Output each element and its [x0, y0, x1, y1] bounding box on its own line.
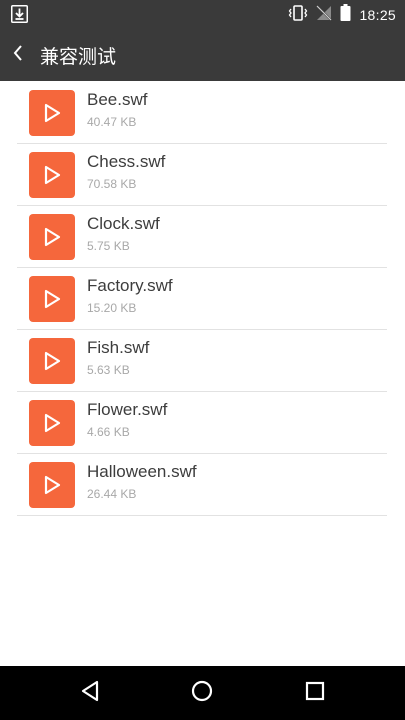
- play-icon: [29, 214, 75, 260]
- toolbar: 兼容测试: [0, 29, 405, 81]
- play-icon: [29, 276, 75, 322]
- back-triangle-icon: [80, 680, 100, 706]
- file-name: Factory.swf: [87, 276, 173, 295]
- no-signal-icon: [316, 5, 333, 25]
- file-name: Clock.swf: [87, 214, 160, 233]
- status-bar: 18:25: [0, 0, 405, 29]
- file-list: Bee.swf 40.47 KB Chess.swf 70.58 KB Cloc…: [0, 82, 405, 516]
- play-icon: [29, 338, 75, 384]
- nav-home-button[interactable]: [172, 666, 232, 720]
- screen: 18:25 兼容测试 Bee.swf 40.47 KB Chess.swf 70…: [0, 0, 405, 720]
- file-size: 15.20 KB: [87, 301, 137, 315]
- file-name: Bee.swf: [87, 90, 148, 109]
- status-icons: 18:25: [288, 0, 396, 29]
- play-icon: [29, 462, 75, 508]
- file-size: 40.47 KB: [87, 115, 137, 129]
- file-name: Fish.swf: [87, 338, 150, 357]
- nav-recents-button[interactable]: [285, 666, 345, 720]
- list-item[interactable]: Fish.swf 5.63 KB: [17, 330, 387, 392]
- chevron-left-icon: [13, 44, 23, 66]
- back-button[interactable]: [0, 29, 36, 81]
- recents-square-icon: [305, 681, 325, 705]
- download-icon: [11, 5, 28, 23]
- page-title: 兼容测试: [40, 45, 117, 68]
- battery-icon: [340, 4, 351, 25]
- home-circle-icon: [191, 680, 213, 706]
- file-size: 26.44 KB: [87, 487, 137, 501]
- nav-back-button[interactable]: [60, 666, 120, 720]
- status-time: 18:25: [359, 6, 396, 23]
- play-icon: [29, 400, 75, 446]
- file-size: 5.75 KB: [87, 239, 130, 253]
- list-item[interactable]: Clock.swf 5.75 KB: [17, 206, 387, 268]
- play-icon: [29, 152, 75, 198]
- file-name: Chess.swf: [87, 152, 166, 171]
- list-item[interactable]: Bee.swf 40.47 KB: [17, 82, 387, 144]
- list-item[interactable]: Chess.swf 70.58 KB: [17, 144, 387, 206]
- file-name: Halloween.swf: [87, 462, 197, 481]
- file-name: Flower.swf: [87, 400, 168, 419]
- file-size: 70.58 KB: [87, 177, 137, 191]
- file-size: 4.66 KB: [87, 425, 130, 439]
- list-item[interactable]: Flower.swf 4.66 KB: [17, 392, 387, 454]
- list-item[interactable]: Factory.swf 15.20 KB: [17, 268, 387, 330]
- vibrate-icon: [288, 4, 308, 25]
- play-icon: [29, 90, 75, 136]
- list-item[interactable]: Halloween.swf 26.44 KB: [17, 454, 387, 516]
- navigation-bar: [0, 666, 405, 720]
- file-size: 5.63 KB: [87, 363, 130, 377]
